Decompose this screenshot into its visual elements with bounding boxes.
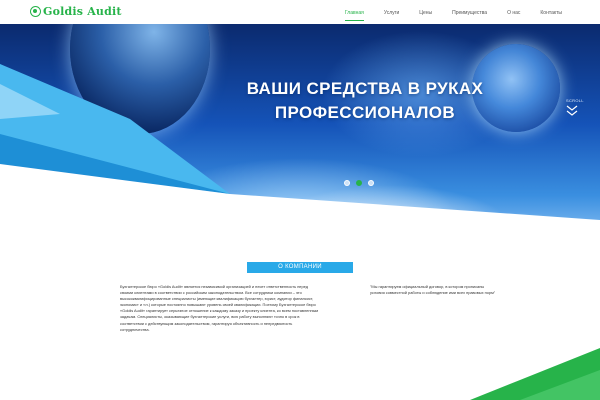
main-nav: Главная Услуги Цены Преимущества О нас К…	[335, 8, 572, 21]
nav-item-about[interactable]: О нас	[497, 8, 530, 18]
hero-headline-line1: ВАШИ СРЕДСТВА В РУКАХ	[246, 79, 484, 99]
logo-icon	[30, 6, 41, 17]
logo[interactable]: Goldis Audit	[30, 5, 122, 18]
nav-item-prices[interactable]: Цены	[409, 8, 442, 18]
scroll-down-icon[interactable]	[566, 104, 578, 118]
hero-headline: ВАШИ СРЕДСТВА В РУКАХ ПРОФЕССИОНАЛОВ	[240, 77, 490, 125]
slider-dot-3[interactable]	[368, 180, 374, 186]
section-title-bar: О КОМПАНИИ	[247, 262, 353, 273]
logo-text: Goldis Audit	[43, 5, 122, 18]
slider-dot-1[interactable]	[344, 180, 350, 186]
scroll-label: SCROLL	[566, 98, 584, 103]
slider-dots	[344, 180, 374, 186]
slider-dot-2[interactable]	[356, 180, 362, 186]
green-corner-shape	[470, 348, 600, 400]
about-quote: "Мы гарантируем официальный договор, в к…	[370, 284, 496, 296]
nav-item-advantages[interactable]: Преимущества	[442, 8, 497, 18]
nav-item-home[interactable]: Главная	[335, 8, 374, 21]
hero-headline-line2: ПРОФЕССИОНАЛОВ	[274, 103, 456, 123]
site-header: Goldis Audit Главная Услуги Цены Преимущ…	[0, 0, 600, 24]
section-title: О КОМПАНИИ	[278, 264, 322, 270]
nav-item-services[interactable]: Услуги	[374, 8, 409, 18]
nav-item-contacts[interactable]: Контакты	[530, 8, 572, 18]
about-text: Бухгалтерское бюро «Goldis Audit» являет…	[120, 284, 319, 332]
green-corner-highlight	[520, 370, 600, 400]
